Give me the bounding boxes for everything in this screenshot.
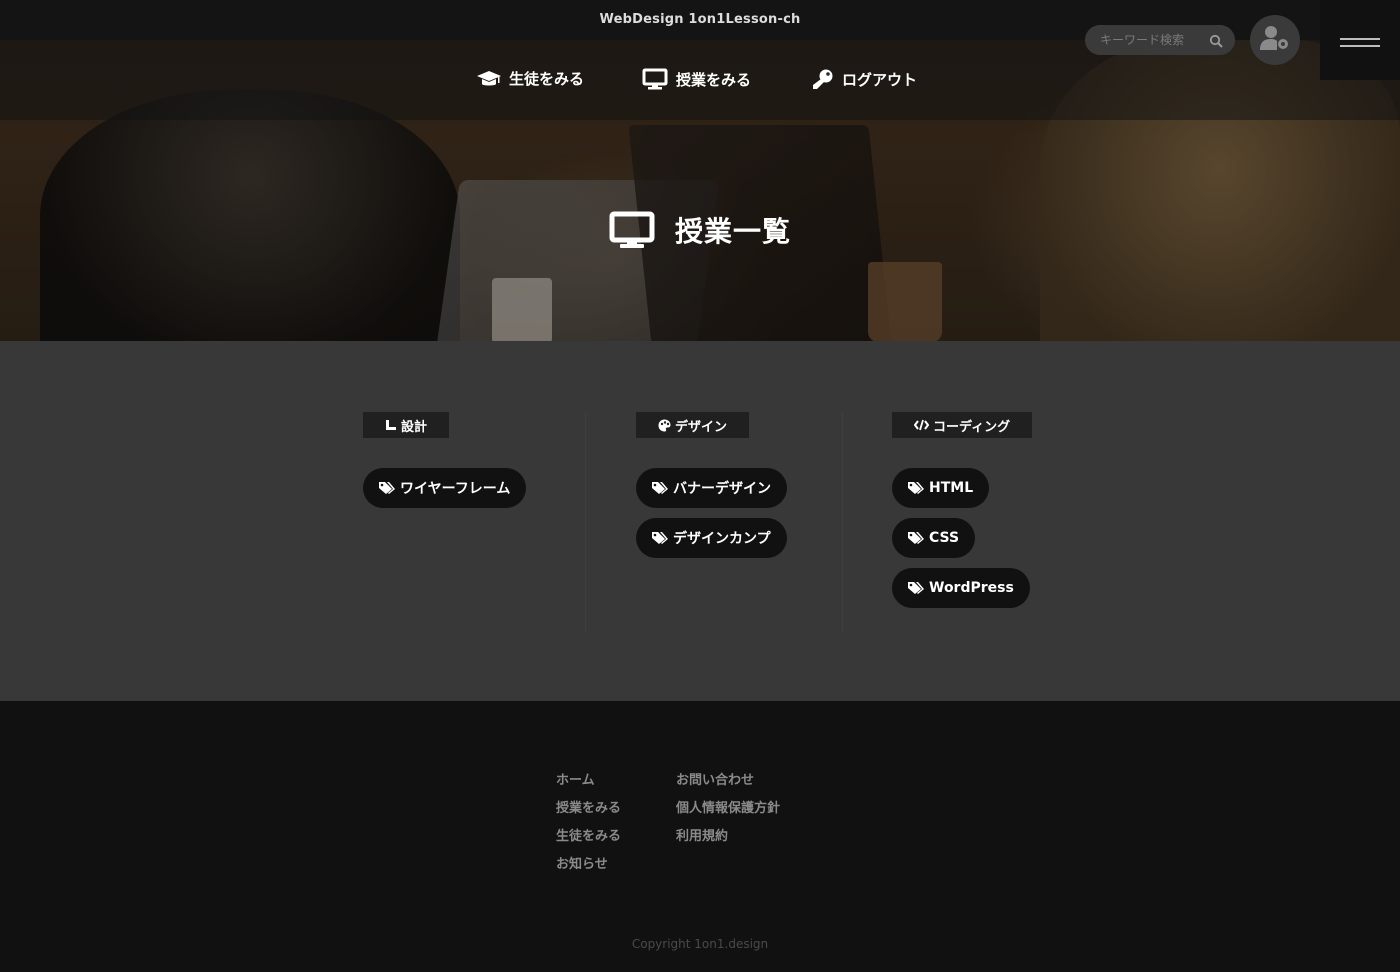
nav-item-lessons[interactable]: 授業をみる [642,68,751,90]
footer-link-lessons[interactable]: 授業をみる [556,799,621,818]
search-icon[interactable] [1209,33,1223,48]
tags-icon [907,481,925,495]
user-settings-button[interactable] [1250,15,1300,65]
category-column-design: デザイン バナーデザイン デザインカンプ [636,412,787,558]
tag-css[interactable]: CSS [892,518,976,558]
tag-list: ワイヤーフレーム [363,468,527,508]
category-label[interactable]: デザイン [636,412,750,438]
footer-links-secondary: お問い合わせ 個人情報保護方針 利用規約 [676,771,780,846]
footer-link-terms[interactable]: 利用規約 [676,827,780,846]
column-divider [842,412,843,632]
user-gear-icon [1260,25,1290,55]
column-divider [585,412,586,632]
search-input[interactable] [1100,33,1200,47]
category-label[interactable]: コーディング [892,412,1033,438]
tag-label: WordPress [929,580,1014,596]
code-icon [914,419,929,431]
tag-banner-design[interactable]: バナーデザイン [636,468,787,508]
palette-icon [658,419,671,432]
main-content: 設計 ワイヤーフレーム デザイン バナーデザイン デザインカンプ コーディング … [0,341,1400,701]
footer-link-home[interactable]: ホーム [556,771,621,790]
footer-link-privacy[interactable]: 個人情報保護方針 [676,799,780,818]
footer-link-students[interactable]: 生徒をみる [556,827,621,846]
footer-link-news[interactable]: お知らせ [556,855,621,874]
tags-icon [378,481,396,495]
category-label-text: 設計 [401,419,428,435]
desktop-icon [609,211,655,249]
category-label[interactable]: 設計 [363,412,450,438]
key-icon [812,68,834,90]
hamburger-icon-line-top [1340,38,1380,40]
footer: ホーム 授業をみる 生徒をみる お知らせ お問い合わせ 個人情報保護方針 利用規… [0,701,1400,972]
category-column-design-plan: 設計 ワイヤーフレーム [363,412,527,508]
category-label-text: コーディング [933,419,1011,435]
nav-item-label: 授業をみる [676,70,752,89]
page-heading: 授業一覧 [0,210,1400,250]
tag-label: ワイヤーフレーム [400,481,511,497]
desktop-icon [642,68,668,90]
menu-button[interactable] [1320,0,1400,80]
tag-list: HTML CSS WordPress [892,468,1032,608]
tag-wordpress[interactable]: WordPress [892,568,1030,608]
category-label-text: デザイン [675,419,728,435]
category-column-coding: コーディング HTML CSS WordPress [892,412,1033,608]
graduation-cap-icon [477,70,501,88]
tags-icon [651,531,669,545]
tags-icon [651,481,669,495]
tag-list: バナーデザイン デザインカンプ [636,468,787,558]
hamburger-icon-line-bottom [1340,45,1380,47]
page-title: 授業一覧 [674,215,791,248]
search-box[interactable] [1085,25,1235,55]
ruler-icon [385,419,397,431]
nav-item-label: 生徒をみる [509,70,585,88]
nav-item-students[interactable]: 生徒をみる [477,68,584,89]
footer-link-contact[interactable]: お問い合わせ [676,771,780,790]
tag-wireframe[interactable]: ワイヤーフレーム [363,468,527,508]
tag-design-comp[interactable]: デザインカンプ [636,518,787,558]
tags-icon [907,581,925,595]
nav-item-logout[interactable]: ログアウト [812,68,917,90]
footer-links-primary: ホーム 授業をみる 生徒をみる お知らせ [556,771,621,874]
tag-label: バナーデザイン [673,481,771,497]
copyright: Copyright 1on1.design [631,937,769,951]
tag-label: CSS [929,530,960,546]
tag-label: デザインカンプ [673,531,771,547]
tag-html[interactable]: HTML [892,468,990,508]
tags-icon [907,531,925,545]
tag-label: HTML [929,480,974,496]
nav-item-label: ログアウト [842,70,918,89]
